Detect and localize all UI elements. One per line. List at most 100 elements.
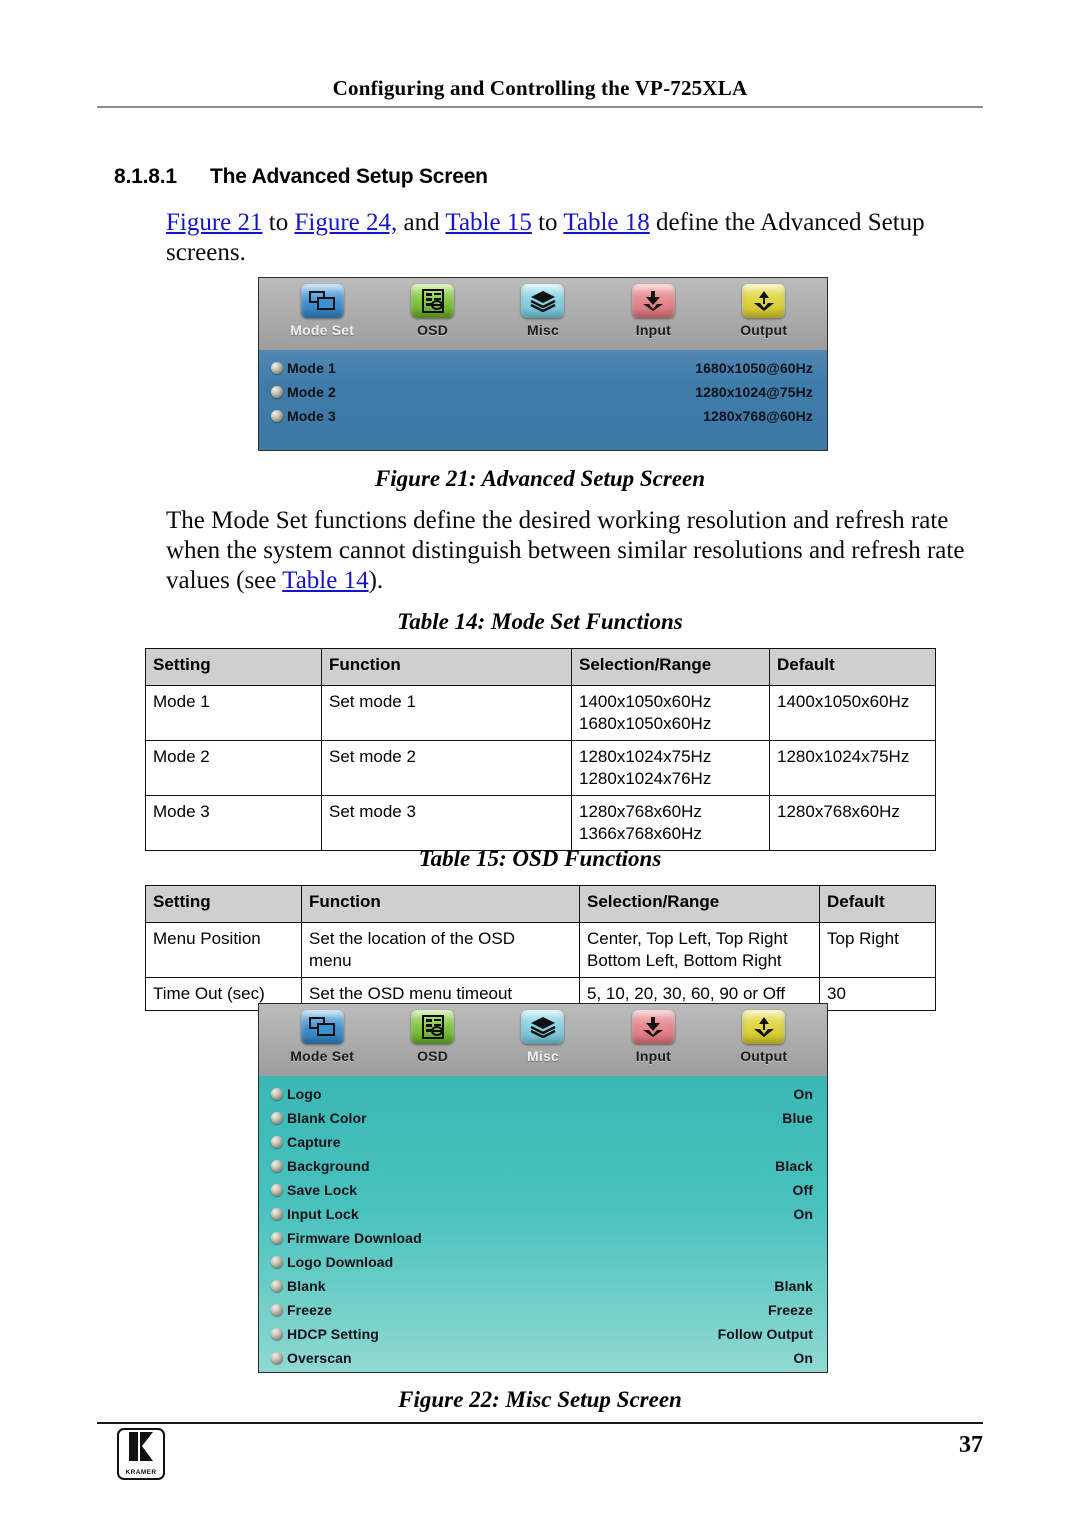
misc-list: Logo On Blank Color Blue Capture Backgroun…: [259, 1076, 827, 1372]
osd-tab-label: Mode Set: [290, 1048, 355, 1064]
stacked-layers-icon: [521, 1010, 565, 1044]
osd-tab-osd[interactable]: OSD: [386, 284, 480, 338]
cell-setting: Mode 1: [145, 685, 322, 741]
osd-tab-input[interactable]: Input: [606, 1010, 700, 1064]
list-item-label: Blank: [287, 1278, 326, 1294]
column-header-default: Default: [769, 648, 936, 686]
list-item-label: Capture: [287, 1134, 341, 1150]
list-item-value: 1680x1050@60Hz: [695, 360, 813, 376]
function-line: Set the location of the OSD: [309, 929, 516, 948]
sphere-bullet-icon: [271, 1208, 283, 1220]
list-item[interactable]: Mode 2 1280x1024@75Hz: [271, 380, 813, 404]
osd-tab-osd[interactable]: OSD: [386, 1010, 480, 1064]
sphere-bullet-icon: [271, 1304, 283, 1316]
intro-paragraph: Figure 21 to Figure 24, and Table 15 to …: [166, 208, 978, 268]
selection-option: 1280x1024x76Hz: [579, 769, 712, 788]
function-line: menu: [309, 951, 352, 970]
selection-option: 1400x1050x60Hz: [579, 692, 712, 711]
xref-table-18[interactable]: Table 18: [563, 209, 649, 236]
osd-tab-output[interactable]: Output: [717, 1010, 811, 1064]
list-item-label: Freeze: [287, 1302, 332, 1318]
column-header-setting: Setting: [145, 885, 302, 923]
column-header-function: Function: [321, 648, 572, 686]
list-item-value: Blue: [782, 1110, 813, 1126]
osd-toolbar: Mode Set OSD Misc Input Output: [259, 278, 827, 350]
list-item-label: Firmware Download: [287, 1230, 422, 1246]
list-item[interactable]: Overscan On: [271, 1346, 813, 1370]
list-item-label: Logo: [287, 1086, 322, 1102]
function-line: Set the OSD menu timeout: [309, 984, 513, 1003]
list-item[interactable]: Mode 1 1680x1050@60Hz: [271, 356, 813, 380]
sphere-bullet-icon: [271, 386, 283, 398]
mode-set-paragraph: The Mode Set functions define the desire…: [166, 506, 986, 596]
table-row: Menu Position Set the location of the OS…: [145, 922, 936, 978]
osd-tab-output[interactable]: Output: [717, 284, 811, 338]
list-item-label: Mode 3: [287, 408, 336, 424]
arrow-up-from-tray-icon: [742, 1010, 786, 1044]
list-item[interactable]: Background Black: [271, 1154, 813, 1178]
cell-setting: Mode 3: [145, 795, 322, 851]
list-item[interactable]: Firmware Download: [271, 1226, 813, 1250]
osd-tab-label: Mode Set: [290, 322, 355, 338]
list-item-value: Freeze: [768, 1302, 813, 1318]
list-item[interactable]: Freeze Freeze: [271, 1298, 813, 1322]
xref-figure-21[interactable]: Figure 21: [166, 209, 263, 236]
osd-tab-input[interactable]: Input: [606, 284, 700, 338]
osd-tab-mode-set[interactable]: Mode Set: [275, 284, 369, 338]
cell-function: Set mode 3: [321, 795, 572, 851]
list-item-value: On: [793, 1086, 813, 1102]
cell-function: Set mode 2: [321, 740, 572, 796]
section-title: The Advanced Setup Screen: [210, 165, 488, 188]
list-item-label: Blank Color: [287, 1110, 367, 1126]
cell-default: Top Right: [819, 922, 936, 978]
list-item[interactable]: Mode 3 1280x768@60Hz: [271, 404, 813, 428]
table-14-caption: Table 14: Mode Set Functions: [397, 609, 683, 634]
intro-text-3: to: [531, 209, 564, 236]
kramer-wordmark: KRAMER: [125, 1469, 157, 1476]
list-item[interactable]: Blank Blank: [271, 1274, 813, 1298]
list-item-label: HDCP Setting: [287, 1326, 379, 1342]
list-item-value: Blank: [774, 1278, 813, 1294]
windows-overlap-icon: [300, 284, 344, 318]
page-title: 8.1.8.1 The Advanced Setup Screen: [114, 165, 488, 189]
list-item[interactable]: Input Lock On: [271, 1202, 813, 1226]
list-item-label: Logo Download: [287, 1254, 394, 1270]
table-row: Mode 3 Set mode 3 1280x768x60Hz 1366x768…: [145, 795, 936, 851]
list-item[interactable]: Logo Download: [271, 1250, 813, 1274]
list-item[interactable]: Capture: [271, 1130, 813, 1154]
list-item-value: Black: [775, 1158, 813, 1174]
cell-function: Set mode 1: [321, 685, 572, 741]
sphere-bullet-icon: [271, 1184, 283, 1196]
osd-list-icon: [411, 284, 455, 318]
osd-tab-mode-set[interactable]: Mode Set: [275, 1010, 369, 1064]
cell-function: Set the location of the OSD menu: [301, 922, 580, 978]
arrow-down-into-tray-icon: [631, 284, 675, 318]
footer-divider: [97, 1422, 983, 1424]
osd-tab-misc[interactable]: Misc: [496, 1010, 590, 1064]
intro-text-2: and: [397, 209, 446, 236]
osd-tab-misc[interactable]: Misc: [496, 284, 590, 338]
selection-option: 1366x768x60Hz: [579, 824, 702, 843]
list-item[interactable]: Save Lock Off: [271, 1178, 813, 1202]
list-item[interactable]: Logo On: [271, 1082, 813, 1106]
advanced-setup-osd-screenshot: Mode Set OSD Misc Input Output Mode 1 16…: [258, 277, 828, 451]
sphere-bullet-icon: [271, 362, 283, 374]
xref-table-14[interactable]: Table 14: [282, 567, 368, 594]
stacked-layers-icon: [521, 284, 565, 318]
list-item-value: On: [793, 1350, 813, 1366]
cell-selection-range: 1280x768x60Hz 1366x768x60Hz: [571, 795, 770, 851]
intro-text-1: to: [262, 209, 295, 236]
xref-figure-24[interactable]: Figure 24,: [294, 209, 397, 236]
table-header-row: Setting Function Selection/Range Default: [145, 885, 936, 923]
sphere-bullet-icon: [271, 1352, 283, 1364]
list-item[interactable]: HDCP Setting Follow Output: [271, 1322, 813, 1346]
sphere-bullet-icon: [271, 410, 283, 422]
list-item-value: On: [793, 1206, 813, 1222]
list-item[interactable]: Blank Color Blue: [271, 1106, 813, 1130]
xref-table-15[interactable]: Table 15: [445, 209, 531, 236]
selection-option: Bottom Left, Bottom Right: [587, 951, 782, 970]
arrow-down-into-tray-icon: [631, 1010, 675, 1044]
list-item-label: Input Lock: [287, 1206, 359, 1222]
osd-tab-label: Input: [635, 322, 671, 338]
cell-default: 30: [819, 977, 936, 1011]
